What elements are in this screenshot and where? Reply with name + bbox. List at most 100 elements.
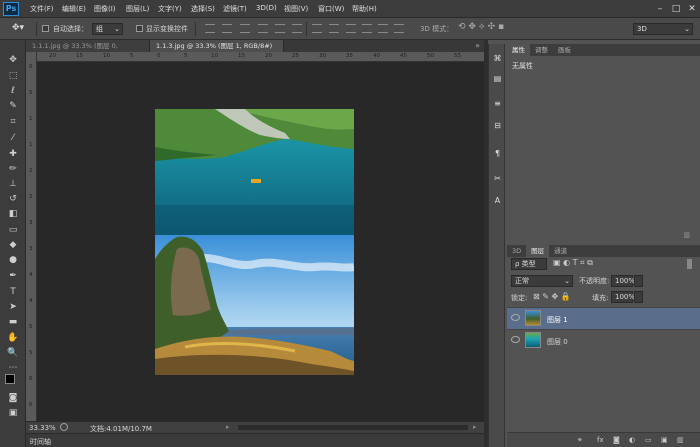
close-icon[interactable]: ✕ — [684, 0, 700, 18]
shape-tool-icon[interactable]: ▬ — [6, 316, 20, 329]
document-canvas[interactable] — [155, 109, 355, 375]
stamp-tool-icon[interactable]: ⊥ — [6, 178, 20, 191]
brush-tool-icon[interactable]: ✏ — [6, 163, 20, 176]
maximize-icon[interactable]: □ — [668, 0, 684, 18]
trash-icon[interactable]: ▥ — [677, 436, 684, 444]
info-icon[interactable] — [60, 423, 68, 431]
tab-3d[interactable]: 3D — [507, 245, 526, 257]
move-tool-icon[interactable]: ✥ — [6, 54, 20, 67]
layer-name[interactable]: 图层 0 — [547, 337, 568, 347]
distribute-right-icon[interactable] — [394, 24, 404, 33]
paragraph-icon[interactable]: ¶ — [489, 149, 506, 161]
minimize-icon[interactable]: – — [652, 0, 668, 18]
gradient-tool-icon[interactable]: ▭ — [6, 224, 20, 237]
menu-layer[interactable]: 图层(L) — [126, 4, 149, 14]
brush-presets-icon[interactable]: ▤ — [489, 74, 506, 86]
distribute-top-icon[interactable] — [312, 24, 322, 33]
menu-select[interactable]: 选择(S) — [191, 4, 215, 14]
fx-icon[interactable]: fx — [597, 436, 604, 444]
menu-file[interactable]: 文件(F) — [30, 4, 54, 14]
filter-toggle[interactable] — [687, 259, 692, 269]
layer-row[interactable]: 图层 1 — [507, 307, 700, 329]
screen-mode-icon[interactable]: ▣ — [6, 407, 20, 420]
lock-icons[interactable]: ⊠ ✎ ✥ 🔒 — [533, 292, 571, 301]
vertical-ruler[interactable]: 0 5 1 1 2 2 3 3 4 4 5 5 6 6 — [26, 52, 37, 421]
tools-preset-icon[interactable]: ✂ — [489, 174, 506, 186]
crop-tool-icon[interactable]: ⌗ — [6, 116, 20, 129]
timeline-label[interactable]: 时间轴 — [30, 437, 51, 447]
3d-rotate-icon[interactable]: ⟲ ✥ ⟡ ✣ ▪ — [458, 22, 504, 32]
fill-input[interactable]: 100% — [611, 291, 635, 303]
opacity-dropdown[interactable] — [634, 275, 643, 287]
move-tool-icon[interactable]: ✥▾ — [12, 23, 24, 33]
tab-properties[interactable]: 属性 — [507, 44, 530, 56]
layer-name[interactable]: 图层 1 — [547, 315, 568, 325]
tab-channels[interactable]: 通道 — [549, 245, 572, 257]
zoom-tool-icon[interactable]: 🔍 — [6, 347, 20, 360]
history-icon[interactable]: ⌘ — [489, 54, 506, 66]
type-tool-icon[interactable]: T — [6, 286, 20, 299]
filter-icons[interactable]: ▣ ◐ T ⌗ ⧉ — [553, 258, 593, 268]
trash-icon[interactable]: ▥ — [683, 231, 690, 239]
tab-doc-2[interactable]: 1.1.3.jpg @ 33.3% (图层 1, RGB/8#) * × — [150, 40, 284, 62]
eye-icon[interactable] — [511, 314, 520, 321]
lasso-tool-icon[interactable]: ℓ — [6, 85, 20, 98]
layer-filter-dropdown[interactable]: ρ 类型 — [511, 258, 547, 270]
menu-filter[interactable]: 滤镜(T) — [223, 4, 247, 14]
align-right-icon[interactable] — [292, 24, 302, 33]
opacity-input[interactable]: 100% — [611, 275, 635, 287]
scroll-right-icon[interactable]: ▸ — [473, 423, 477, 431]
blend-mode-dropdown[interactable]: 正常 ⌄ — [511, 275, 573, 287]
character-icon[interactable]: A — [489, 196, 506, 208]
marquee-tool-icon[interactable]: ⬚ — [6, 70, 20, 83]
link-icon[interactable]: ⚭ — [577, 436, 583, 444]
horizontal-ruler[interactable]: 20 15 10 5 0 5 10 15 20 25 30 35 40 45 5… — [37, 52, 484, 62]
new-layer-icon[interactable]: ▣ — [661, 436, 668, 444]
fill-dropdown[interactable] — [634, 291, 643, 303]
tab-artboard[interactable]: 画板 — [553, 44, 576, 56]
dodge-tool-icon[interactable]: ● — [6, 254, 20, 267]
mask-icon[interactable]: ◙ — [613, 436, 620, 444]
pen-tool-icon[interactable]: ✒ — [6, 270, 20, 283]
actions-icon[interactable]: ≡ — [489, 99, 506, 111]
tab-doc-1[interactable]: 1.1.1.jpg @ 33.3% (图层 0, RGB/8#) * × — [26, 40, 150, 62]
eye-icon[interactable] — [511, 336, 520, 343]
align-bottom-icon[interactable] — [240, 24, 250, 33]
group-icon[interactable]: ▭ — [645, 436, 652, 444]
layer-row[interactable]: 图层 0 — [507, 329, 700, 351]
align-hcenter-icon[interactable] — [275, 24, 285, 33]
swatches-icon[interactable]: ⊟ — [489, 121, 506, 133]
distribute-hcenter-icon[interactable] — [378, 24, 388, 33]
show-transform-checkbox[interactable] — [136, 25, 143, 32]
quick-select-tool-icon[interactable]: ✎ — [6, 100, 20, 113]
menu-window[interactable]: 窗口(W) — [318, 4, 344, 14]
menu-edit[interactable]: 编辑(E) — [62, 4, 86, 14]
tabs-overflow-icon[interactable]: » — [475, 41, 480, 50]
align-top-icon[interactable] — [205, 24, 215, 33]
adjustment-icon[interactable]: ◐ — [629, 436, 635, 444]
eyedropper-tool-icon[interactable]: ⁄ — [6, 132, 20, 145]
auto-select-dropdown[interactable]: 组 ⌄ — [92, 23, 123, 35]
workspace-dropdown[interactable]: 3D ⌄ — [633, 23, 693, 35]
status-menu-icon[interactable]: ▸ — [226, 423, 230, 431]
distribute-bottom-icon[interactable] — [346, 24, 356, 33]
zoom-level[interactable]: 33.33% — [29, 424, 56, 432]
tab-adjustments[interactable]: 调整 — [530, 44, 553, 56]
distribute-left-icon[interactable] — [362, 24, 372, 33]
align-vcenter-icon[interactable] — [222, 24, 232, 33]
menu-help[interactable]: 帮助(H) — [352, 4, 377, 14]
horizontal-scrollbar[interactable] — [238, 425, 468, 430]
blur-tool-icon[interactable]: ◆ — [6, 239, 20, 252]
menu-type[interactable]: 文字(Y) — [158, 4, 182, 14]
menu-view[interactable]: 视图(V) — [284, 4, 308, 14]
foreground-color-swatch[interactable] — [5, 374, 15, 384]
align-left-icon[interactable] — [258, 24, 268, 33]
auto-select-checkbox[interactable] — [42, 25, 49, 32]
history-brush-icon[interactable]: ↺ — [6, 193, 20, 206]
healing-tool-icon[interactable]: ✚ — [6, 148, 20, 161]
quick-mask-icon[interactable]: ◙ — [6, 392, 20, 405]
menu-3d[interactable]: 3D(D) — [256, 4, 277, 12]
tab-layers[interactable]: 图层 — [526, 245, 550, 257]
path-select-tool-icon[interactable]: ➤ — [6, 301, 20, 314]
eraser-tool-icon[interactable]: ◧ — [6, 208, 20, 221]
